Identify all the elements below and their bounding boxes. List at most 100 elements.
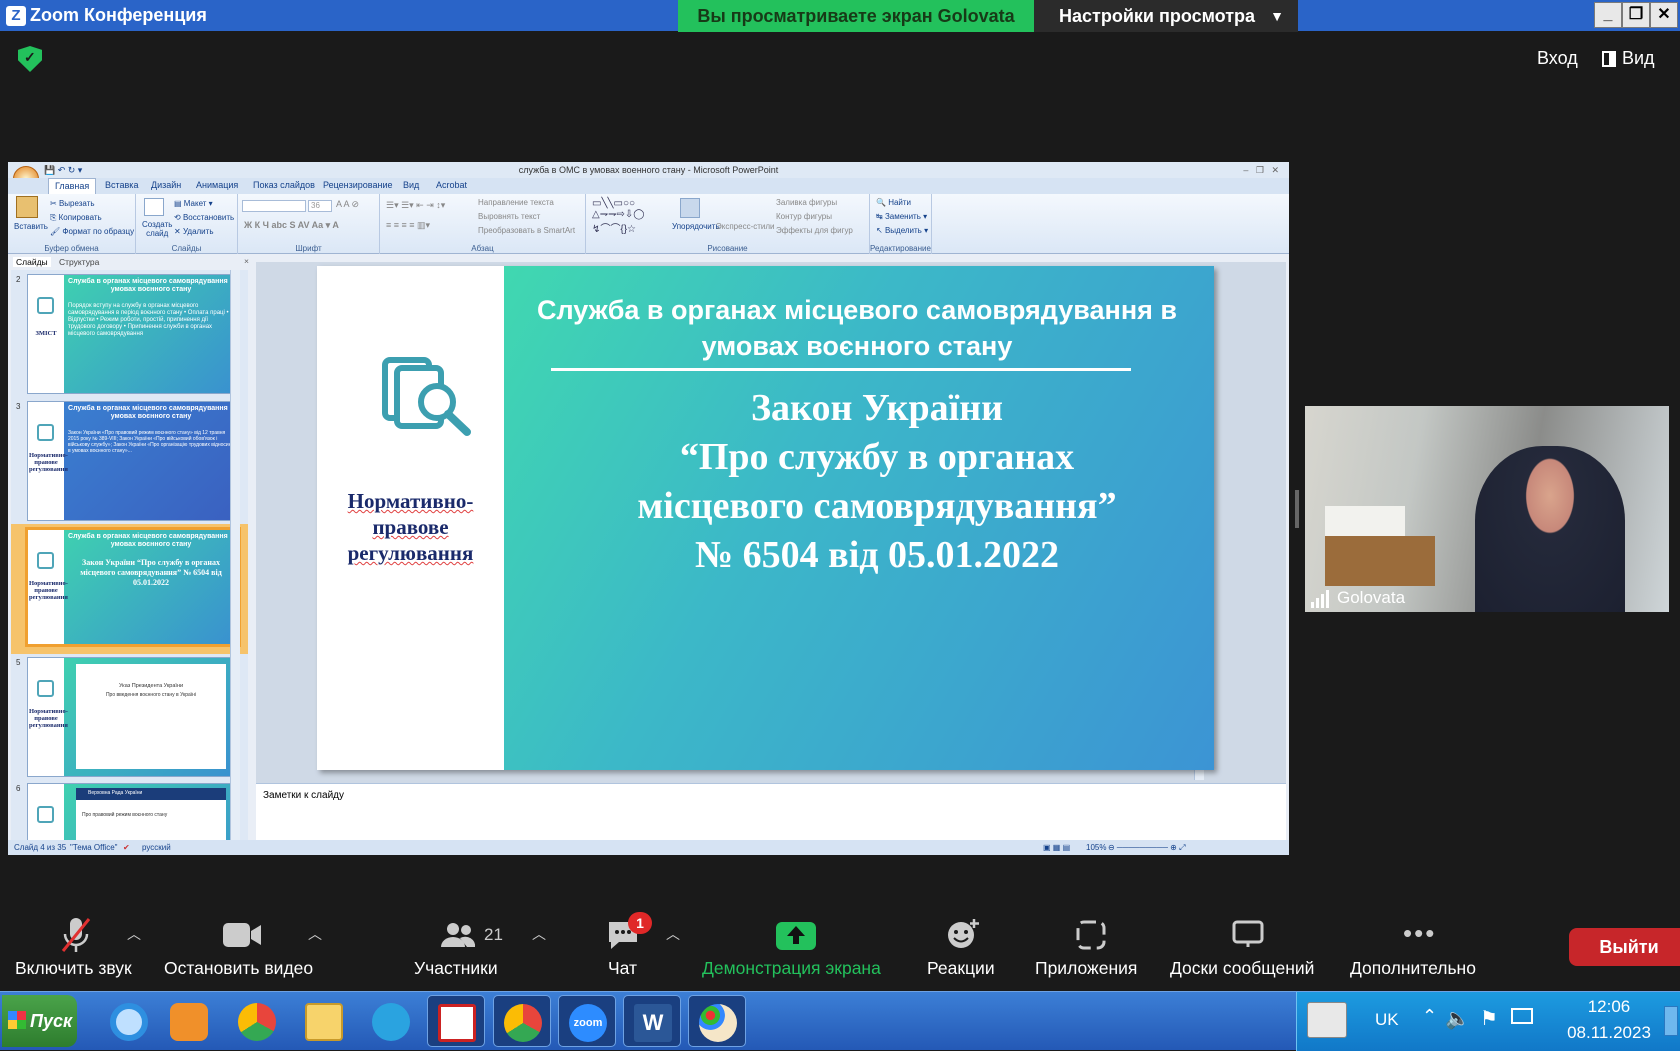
font-style-buttons[interactable]: Ж К Ч abc S AV Aa ▾ A	[244, 220, 339, 231]
paste-icon[interactable]	[16, 196, 38, 218]
tab-view[interactable]: Вид	[403, 180, 419, 190]
magnifier-doc-icon	[37, 424, 54, 441]
video-options-caret[interactable]: ︿	[308, 924, 322, 944]
zoom-slider[interactable]: ⊖ ───────── ⊕ ⤢	[1108, 843, 1186, 853]
select-button[interactable]: ↖ Выделить ▾	[876, 226, 928, 235]
show-hidden-icons[interactable]: ⌃	[1422, 1006, 1437, 1027]
internet-explorer-taskbar-button[interactable]	[100, 995, 158, 1047]
pdf-reader-taskbar-button[interactable]	[427, 995, 485, 1047]
slide-thumbnail-2[interactable]: Служба в органах місцевого самоврядуванн…	[27, 274, 239, 394]
zoom-taskbar-button[interactable]: zoom	[558, 995, 616, 1047]
slide-notes[interactable]: Заметки к слайду	[256, 783, 1286, 840]
slides-panel-scrollbar[interactable]	[230, 270, 240, 840]
arrange-icon[interactable]	[680, 198, 700, 218]
magnifier-doc-icon	[37, 806, 54, 823]
tab-outline-panel[interactable]: Структура	[59, 257, 99, 267]
video-splitter-handle[interactable]	[1295, 490, 1299, 528]
start-button[interactable]: Пуск	[2, 995, 77, 1047]
language-indicator[interactable]: UK	[1375, 1010, 1399, 1030]
tab-insert[interactable]: Вставка	[105, 180, 138, 190]
reset-button[interactable]: ⟲ Восстановить	[174, 213, 234, 222]
shape-fill-button[interactable]: Заливка фигуры	[776, 198, 837, 207]
quick-styles-button[interactable]: Экспресс-стили	[716, 222, 775, 231]
clock-date[interactable]: 08.11.2023	[1559, 1023, 1659, 1043]
tab-review[interactable]: Рецензирование	[323, 180, 393, 190]
language[interactable]: русский	[142, 843, 171, 852]
close-panel-icon[interactable]: ×	[244, 256, 249, 266]
audio-options-caret[interactable]: ︿	[127, 924, 141, 944]
shapes-gallery[interactable]: ▭╲╲▭○○ △⇁⇁⇨⇩◯ ↯⌒⌒{}☆	[592, 198, 644, 235]
slide-thumbnail-4[interactable]: Служба в органах місцевого самоврядуванн…	[25, 527, 241, 647]
leave-meeting-button[interactable]: Выйти	[1569, 928, 1680, 966]
shape-outline-button[interactable]: Контур фигуры	[776, 212, 832, 221]
ribbon: Вставить ✂ Вырезать ⎘ Копировать 🖌 Форма…	[8, 194, 1289, 254]
enter-button[interactable]: Вход	[1537, 48, 1578, 69]
format-painter-button[interactable]: 🖌 Формат по образцу	[50, 227, 134, 236]
font-family-select[interactable]	[242, 200, 306, 212]
view-button[interactable]: Вид	[1602, 48, 1655, 69]
restore-button[interactable]: ❐	[1622, 2, 1650, 28]
file-explorer-taskbar-button[interactable]	[295, 995, 353, 1047]
zoom-level[interactable]: 105%	[1086, 843, 1106, 852]
volume-icon[interactable]: 🔈	[1445, 1006, 1470, 1031]
apps-label: Приложения	[1035, 958, 1138, 978]
tab-slideshow[interactable]: Показ слайдов	[253, 180, 315, 190]
tab-design[interactable]: Дизайн	[151, 180, 181, 190]
chrome-taskbar-button[interactable]	[228, 995, 286, 1047]
list-buttons[interactable]: ☰▾ ☰▾ ⇤ ⇥ ↕▾	[386, 200, 445, 211]
slide-thumbnail-6[interactable]: Верховна Рада України Про правовий режим…	[27, 783, 239, 840]
tab-animation[interactable]: Анимация	[196, 180, 238, 190]
font-size-select[interactable]: 36	[308, 200, 332, 212]
copy-button[interactable]: ⎘ Копировать	[50, 213, 102, 223]
clock-time[interactable]: 12:06	[1559, 997, 1659, 1017]
replace-button[interactable]: ↹ Заменить ▾	[876, 212, 927, 221]
chrome-profile-taskbar-button[interactable]	[493, 995, 551, 1047]
new-slide-icon[interactable]	[144, 198, 164, 216]
spellcheck-icon[interactable]: ✔	[123, 843, 130, 852]
chat-options-caret[interactable]: ︿	[666, 924, 680, 944]
apps-icon	[1076, 920, 1106, 950]
new-slide-button[interactable]: Создать слайд	[142, 220, 172, 238]
slide-thumbnail-3[interactable]: Служба в органах місцевого самоврядуванн…	[27, 401, 239, 521]
find-label: Найти	[888, 198, 912, 207]
delete-slide-button[interactable]: ✕ Удалить	[174, 227, 213, 236]
align-text-button[interactable]: Выровнять текст	[478, 212, 540, 221]
tab-home[interactable]: Главная	[48, 178, 97, 194]
layout-button[interactable]: ▤ Макет ▾	[174, 199, 213, 208]
ribbon-tabs: Главная Вставка Дизайн Анимация Показ сл…	[8, 178, 1289, 194]
text-direction-button[interactable]: Направление текста	[478, 198, 554, 207]
tab-slides-panel[interactable]: Слайды	[13, 257, 51, 267]
network-icon[interactable]	[1511, 1008, 1533, 1024]
word-taskbar-button[interactable]: W	[623, 995, 681, 1047]
participant-video[interactable]: Golovata	[1305, 406, 1669, 612]
video-participant-figure	[1475, 446, 1625, 612]
security-shield-icon[interactable]	[18, 46, 42, 72]
find-button[interactable]: 🔍 Найти	[876, 198, 911, 207]
current-slide[interactable]: Нормативно-правове регулювання Служба в …	[317, 266, 1214, 770]
action-center-flag-icon[interactable]: ⚑	[1480, 1006, 1498, 1031]
shape-effects-button[interactable]: Эффекты для фигур	[776, 226, 853, 235]
view-buttons[interactable]: ▣ ▦ ▤	[1043, 843, 1070, 852]
close-button[interactable]: ✕	[1650, 2, 1678, 28]
tab-acrobat[interactable]: Acrobat	[436, 180, 467, 190]
paint-taskbar-button[interactable]	[688, 995, 746, 1047]
slide-thumbnail-5[interactable]: Указ Президента України Нормативно-право…	[27, 657, 239, 777]
delete-label: Удалить	[182, 227, 214, 236]
cut-label: Вырезать	[58, 199, 95, 208]
telegram-taskbar-button[interactable]	[362, 995, 420, 1047]
participants-options-caret[interactable]: ︿	[532, 924, 546, 944]
paste-button[interactable]: Вставить	[14, 222, 48, 231]
align-buttons[interactable]: ≡ ≡ ≡ ≡ ▥▾	[386, 220, 430, 231]
view-options-button[interactable]: Настройки просмотра ▼	[1034, 0, 1298, 32]
pen-input-icon[interactable]	[1307, 1002, 1347, 1038]
media-player-taskbar-button[interactable]	[160, 995, 218, 1047]
cut-button[interactable]: ✂ Вырезать	[50, 199, 95, 208]
thumb-title: Служба в органах місцевого самоврядуванн…	[68, 278, 234, 293]
show-desktop-button[interactable]	[1664, 1006, 1678, 1036]
screen-share-banner: Вы просматриваете экран Golovata	[678, 0, 1034, 32]
smartart-button[interactable]: Преобразовать в SmartArt	[478, 226, 575, 235]
minimize-button[interactable]: _	[1594, 2, 1622, 28]
arrange-button[interactable]: Упорядочить	[672, 222, 720, 231]
magnifier-doc-icon	[37, 680, 54, 697]
font-size-arrows[interactable]: A A ⊘	[336, 199, 359, 210]
